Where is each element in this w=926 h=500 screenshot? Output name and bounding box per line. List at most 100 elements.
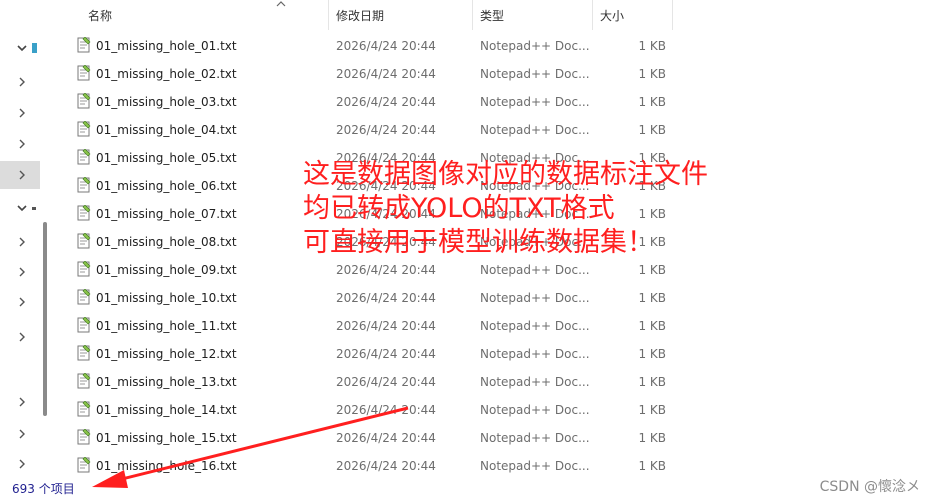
- notepad-file-icon: [77, 93, 91, 109]
- file-size: 1 KB: [638, 375, 666, 389]
- notepad-file-icon: [77, 457, 91, 473]
- file-name: 01_missing_hole_03.txt: [96, 95, 237, 109]
- file-row[interactable]: 01_missing_hole_02.txt 2026/4/24 20:44 Not…: [74, 60, 694, 88]
- chevron-right-icon[interactable]: [12, 454, 32, 474]
- file-row[interactable]: 01_missing_hole_16.txt 2026/4/24 20:44 Not…: [74, 452, 694, 480]
- folder-icon: [32, 43, 37, 53]
- nav-item-expanded[interactable]: [0, 34, 40, 62]
- chevron-right-icon[interactable]: [12, 262, 32, 282]
- chevron-right-icon[interactable]: [12, 134, 32, 154]
- file-size: 1 KB: [638, 39, 666, 53]
- nav-item[interactable]: [0, 228, 40, 256]
- file-size: 1 KB: [638, 95, 666, 109]
- file-row[interactable]: 01_missing_hole_04.txt 2026/4/24 20:44 Not…: [74, 116, 694, 144]
- column-divider[interactable]: [592, 0, 593, 30]
- file-row[interactable]: 01_missing_hole_01.txt 2026/4/24 20:44 Not…: [74, 32, 694, 60]
- chevron-right-icon[interactable]: [12, 232, 32, 252]
- file-row[interactable]: 01_missing_hole_12.txt 2026/4/24 20:44 Not…: [74, 340, 694, 368]
- file-size: 1 KB: [638, 459, 666, 473]
- nav-item[interactable]: [0, 288, 40, 316]
- nav-item[interactable]: [0, 99, 40, 127]
- file-modified: 2026/4/24 20:44: [336, 459, 436, 473]
- notepad-file-icon: [77, 65, 91, 81]
- chevron-right-icon[interactable]: [12, 103, 32, 123]
- column-name[interactable]: 名称: [82, 0, 328, 30]
- notepad-file-icon: [77, 261, 91, 277]
- notepad-file-icon: [77, 233, 91, 249]
- nav-item-expanded[interactable]: [0, 194, 40, 222]
- column-type[interactable]: 类型: [474, 0, 592, 30]
- file-type: Notepad++ Doc...: [480, 39, 590, 53]
- file-row[interactable]: 01_missing_hole_15.txt 2026/4/24 20:44 Not…: [74, 424, 694, 452]
- chevron-right-icon[interactable]: [12, 72, 32, 92]
- file-type: Notepad++ Doc...: [480, 347, 590, 361]
- column-divider[interactable]: [328, 0, 329, 30]
- chevron-down-icon[interactable]: [12, 38, 32, 58]
- nav-item-selected[interactable]: [0, 161, 40, 189]
- column-size[interactable]: 大小: [594, 0, 672, 30]
- file-size: 1 KB: [638, 431, 666, 445]
- file-row[interactable]: 01_missing_hole_10.txt 2026/4/24 20:44 Not…: [74, 284, 694, 312]
- nav-item[interactable]: [0, 68, 40, 96]
- annotation-line-3: 可直接用于模型训练数据集！: [303, 227, 654, 258]
- file-type: Notepad++ Doc...: [480, 459, 590, 473]
- notepad-file-icon: [77, 317, 91, 333]
- file-modified: 2026/4/24 20:44: [336, 123, 436, 137]
- file-type: Notepad++ Doc...: [480, 319, 590, 333]
- file-size: 1 KB: [638, 403, 666, 417]
- nav-item[interactable]: [0, 388, 40, 416]
- column-divider[interactable]: [472, 0, 473, 30]
- file-type: Notepad++ Doc...: [480, 431, 590, 445]
- navigation-pane: [0, 0, 50, 476]
- nav-item[interactable]: [0, 323, 40, 351]
- chevron-right-icon[interactable]: [12, 292, 32, 312]
- file-name: 01_missing_hole_07.txt: [96, 207, 237, 221]
- nav-scrollbar[interactable]: [43, 222, 47, 416]
- file-row[interactable]: 01_missing_hole_13.txt 2026/4/24 20:44 Not…: [74, 368, 694, 396]
- file-row[interactable]: 01_missing_hole_09.txt 2026/4/24 20:44 Not…: [74, 256, 694, 284]
- notepad-file-icon: [77, 149, 91, 165]
- chevron-down-icon[interactable]: [12, 198, 32, 218]
- status-item-count: 693 个项目: [12, 482, 75, 496]
- nav-item[interactable]: [0, 450, 40, 478]
- file-modified: 2026/4/24 20:44: [336, 319, 436, 333]
- file-name: 01_missing_hole_06.txt: [96, 179, 237, 193]
- file-size: 1 KB: [638, 263, 666, 277]
- file-row[interactable]: 01_missing_hole_03.txt 2026/4/24 20:44 Not…: [74, 88, 694, 116]
- column-divider[interactable]: [672, 0, 673, 30]
- file-modified: 2026/4/24 20:44: [336, 403, 436, 417]
- file-size: 1 KB: [638, 123, 666, 137]
- notepad-file-icon: [77, 177, 91, 193]
- file-name: 01_missing_hole_14.txt: [96, 403, 237, 417]
- chevron-right-icon[interactable]: [12, 327, 32, 347]
- nav-item[interactable]: [0, 258, 40, 286]
- file-name: 01_missing_hole_09.txt: [96, 263, 237, 277]
- file-row[interactable]: 01_missing_hole_14.txt 2026/4/24 20:44 Not…: [74, 396, 694, 424]
- notepad-file-icon: [77, 429, 91, 445]
- notepad-file-icon: [77, 205, 91, 221]
- file-name: 01_missing_hole_13.txt: [96, 375, 237, 389]
- file-name: 01_missing_hole_11.txt: [96, 319, 237, 333]
- file-name: 01_missing_hole_15.txt: [96, 431, 237, 445]
- notepad-file-icon: [77, 401, 91, 417]
- annotation-text: 这是数据图像对应的数据标注文件 均已转成YOLO的TXT格式 可直接用于模型训练…: [303, 158, 708, 260]
- nav-item[interactable]: [0, 420, 40, 448]
- notepad-file-icon: [77, 121, 91, 137]
- file-modified: 2026/4/24 20:44: [336, 347, 436, 361]
- file-name: 01_missing_hole_02.txt: [96, 67, 237, 81]
- notepad-file-icon: [77, 345, 91, 361]
- file-modified: 2026/4/24 20:44: [336, 95, 436, 109]
- notepad-file-icon: [77, 289, 91, 305]
- chevron-right-icon[interactable]: [12, 165, 32, 185]
- nav-item[interactable]: [0, 130, 40, 158]
- file-name: 01_missing_hole_16.txt: [96, 459, 237, 473]
- file-row[interactable]: 01_missing_hole_11.txt 2026/4/24 20:44 Not…: [74, 312, 694, 340]
- chevron-right-icon[interactable]: [12, 424, 32, 444]
- file-size: 1 KB: [638, 67, 666, 81]
- notepad-file-icon: [77, 37, 91, 53]
- file-type: Notepad++ Doc...: [480, 375, 590, 389]
- column-header: 名称 修改日期 类型 大小: [74, 0, 674, 30]
- chevron-right-icon[interactable]: [12, 392, 32, 412]
- column-modified[interactable]: 修改日期: [330, 0, 472, 30]
- file-name: 01_missing_hole_04.txt: [96, 123, 237, 137]
